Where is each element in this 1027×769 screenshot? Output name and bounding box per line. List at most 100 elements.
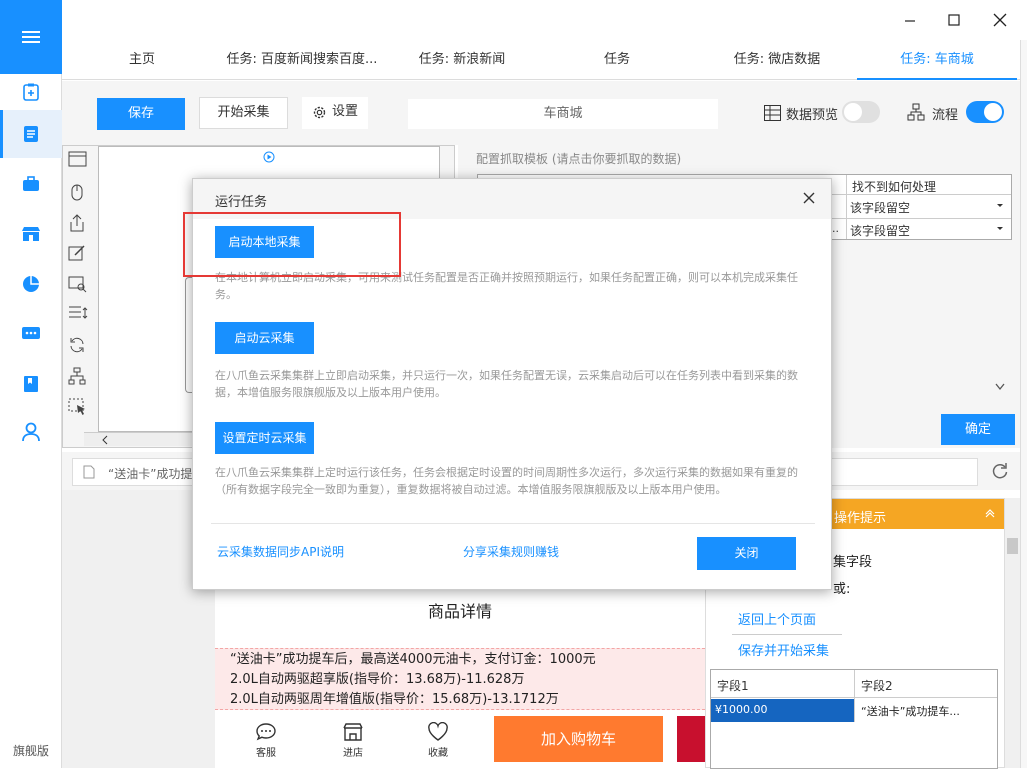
close-icon[interactable] bbox=[803, 192, 815, 204]
hint-line: 集字段 bbox=[833, 555, 873, 570]
chevron-up-icon[interactable] bbox=[984, 509, 996, 519]
service-button[interactable]: 客服 bbox=[248, 722, 284, 759]
image-search-icon bbox=[68, 276, 87, 293]
table-header: 字段1 bbox=[717, 679, 749, 693]
tab-baidu-news[interactable]: 任务: 百度新闻搜索百度... bbox=[222, 40, 382, 80]
chevron-left-icon bbox=[102, 435, 108, 445]
tab-sina-news[interactable]: 任务: 新浪新闻 bbox=[402, 40, 522, 80]
toolbar: 保存 开始采集 设置 车商城 数据预览 流程 bbox=[62, 81, 1020, 145]
start-cloud-collect-button[interactable]: 启动云采集 bbox=[215, 322, 314, 354]
sidebar-item-messages[interactable] bbox=[0, 310, 62, 358]
dialog-title: 运行任务 bbox=[215, 195, 268, 210]
tool-open-page[interactable] bbox=[68, 150, 90, 172]
data-preview-label: 数据预览 bbox=[786, 108, 839, 123]
tool-loop[interactable] bbox=[68, 336, 90, 358]
start-collect-button[interactable]: 开始采集 bbox=[199, 97, 288, 129]
page-icon bbox=[83, 465, 95, 479]
sidebar-item-account[interactable] bbox=[0, 408, 62, 456]
sidebar-item-stats[interactable] bbox=[0, 260, 62, 308]
schedule-cloud-collect-button[interactable]: 设置定时云采集 bbox=[215, 422, 314, 454]
schedule-collect-desc: 在八爪鱼云采集集群上定时运行该任务，任务会根据定时设置的时间周期性多次运行，多次… bbox=[215, 466, 798, 496]
close-dialog-button[interactable]: 关闭 bbox=[697, 537, 796, 570]
close-icon bbox=[993, 13, 1007, 27]
save-button[interactable]: 保存 bbox=[97, 98, 185, 130]
info-line[interactable]: “送油卡”成功提车后，最高送4000元油卡，支付订金：1000元 bbox=[230, 650, 596, 670]
confirm-button[interactable]: 确定 bbox=[941, 414, 1015, 445]
tab-task[interactable]: 任务 bbox=[577, 40, 657, 80]
add-to-cart-button[interactable]: 加入购物车 bbox=[494, 716, 663, 762]
close-window-button[interactable] bbox=[990, 10, 1010, 30]
minimize-icon bbox=[905, 20, 915, 22]
outer-scrollbar[interactable] bbox=[1020, 40, 1027, 768]
clipboard-plus-icon bbox=[23, 83, 39, 101]
sidebar-item-tutorial[interactable] bbox=[0, 360, 62, 408]
settings-button[interactable]: 设置 bbox=[302, 97, 368, 129]
table-cell[interactable]: ¥1000.00 bbox=[715, 703, 768, 716]
hint-link-back[interactable]: 返回上个页面 bbox=[738, 609, 816, 628]
edition-label: 旗舰版 bbox=[12, 744, 49, 758]
title-bar bbox=[62, 0, 1027, 40]
nav-label: 收藏 bbox=[428, 748, 448, 759]
tool-hover[interactable] bbox=[68, 398, 90, 420]
chat-icon bbox=[22, 327, 40, 339]
table-cell[interactable]: “送油卡”成功提车... bbox=[861, 703, 960, 719]
hint-scrollbar[interactable] bbox=[1005, 498, 1020, 768]
menu-button[interactable] bbox=[0, 0, 62, 74]
info-line[interactable]: 2.0L自动两驱周年增值版(指导价：15.68万)-13.1712万 bbox=[230, 690, 596, 710]
table-icon bbox=[764, 105, 781, 121]
sidebar-item-tasks[interactable] bbox=[0, 110, 62, 158]
sidebar-item-jobs[interactable] bbox=[0, 160, 62, 208]
flow-label: 流程 bbox=[932, 108, 959, 123]
flow-toggle[interactable] bbox=[966, 101, 1004, 123]
tool-input-text[interactable] bbox=[68, 244, 90, 266]
url-text: “送油卡”成功提 bbox=[108, 467, 193, 481]
heart-icon bbox=[428, 722, 448, 741]
edit-icon bbox=[68, 245, 85, 261]
favorite-button[interactable]: 收藏 bbox=[420, 722, 456, 759]
refresh-icon bbox=[70, 337, 84, 353]
dropdown-arrow-icon[interactable] bbox=[996, 226, 1004, 232]
hamburger-icon bbox=[22, 31, 40, 43]
row-1-value[interactable]: 该字段留空 bbox=[850, 199, 910, 216]
hint-link-save-start[interactable]: 保存并开始采集 bbox=[738, 640, 829, 659]
product-title[interactable]: 商品详情 bbox=[215, 598, 705, 622]
tool-branch[interactable] bbox=[68, 367, 90, 389]
upload-icon bbox=[70, 214, 84, 232]
config-title: 配置抓取模板 (请点击你要抓取的数据) bbox=[476, 152, 682, 166]
sidebar-item-new-task[interactable] bbox=[0, 68, 62, 116]
nav-label: 客服 bbox=[256, 748, 276, 759]
cursor-select-icon bbox=[68, 398, 85, 415]
tool-select[interactable] bbox=[68, 305, 90, 327]
shop-button[interactable]: 进店 bbox=[335, 722, 371, 759]
tool-extract[interactable] bbox=[68, 213, 90, 235]
tool-click[interactable] bbox=[68, 182, 90, 204]
briefcase-icon bbox=[23, 176, 39, 191]
tab-home[interactable]: 主页 bbox=[102, 40, 182, 80]
book-icon bbox=[24, 376, 38, 392]
task-name-field[interactable]: 车商城 bbox=[408, 99, 718, 129]
nav-label: 进店 bbox=[343, 748, 363, 759]
data-preview-toggle[interactable] bbox=[842, 101, 880, 123]
reload-icon[interactable] bbox=[991, 462, 1009, 480]
product-info[interactable]: “送油卡”成功提车后，最高送4000元油卡，支付订金：1000元 2.0L自动两… bbox=[230, 650, 596, 710]
buy-now-button[interactable] bbox=[677, 716, 705, 762]
chevron-down-icon[interactable] bbox=[994, 382, 1006, 392]
sidebar: 旗舰版 bbox=[0, 0, 62, 768]
minimize-button[interactable] bbox=[900, 10, 920, 30]
info-line[interactable]: 2.0L自动两驱超享版(指导价：13.68万)-11.628万 bbox=[230, 670, 596, 690]
dropdown-arrow-icon[interactable] bbox=[996, 203, 1004, 209]
settings-label: 设置 bbox=[331, 104, 358, 119]
hint-line: 或: bbox=[833, 582, 851, 597]
sidebar-item-store[interactable] bbox=[0, 210, 62, 258]
shop-icon bbox=[343, 723, 363, 741]
tab-car-mall[interactable]: 任务: 车商城 bbox=[857, 40, 1017, 80]
window-icon bbox=[68, 151, 87, 167]
cloud-api-link[interactable]: 云采集数据同步API说明 bbox=[217, 543, 344, 560]
tool-recognize[interactable] bbox=[68, 275, 90, 297]
row-2-value[interactable]: 该字段留空 bbox=[850, 222, 910, 239]
chat-bubble-icon bbox=[256, 723, 276, 741]
tab-weidian[interactable]: 任务: 微店数据 bbox=[717, 40, 837, 80]
share-rules-link[interactable]: 分享采集规则赚钱 bbox=[463, 543, 559, 560]
flow-icon bbox=[907, 103, 925, 121]
maximize-button[interactable] bbox=[944, 10, 964, 30]
